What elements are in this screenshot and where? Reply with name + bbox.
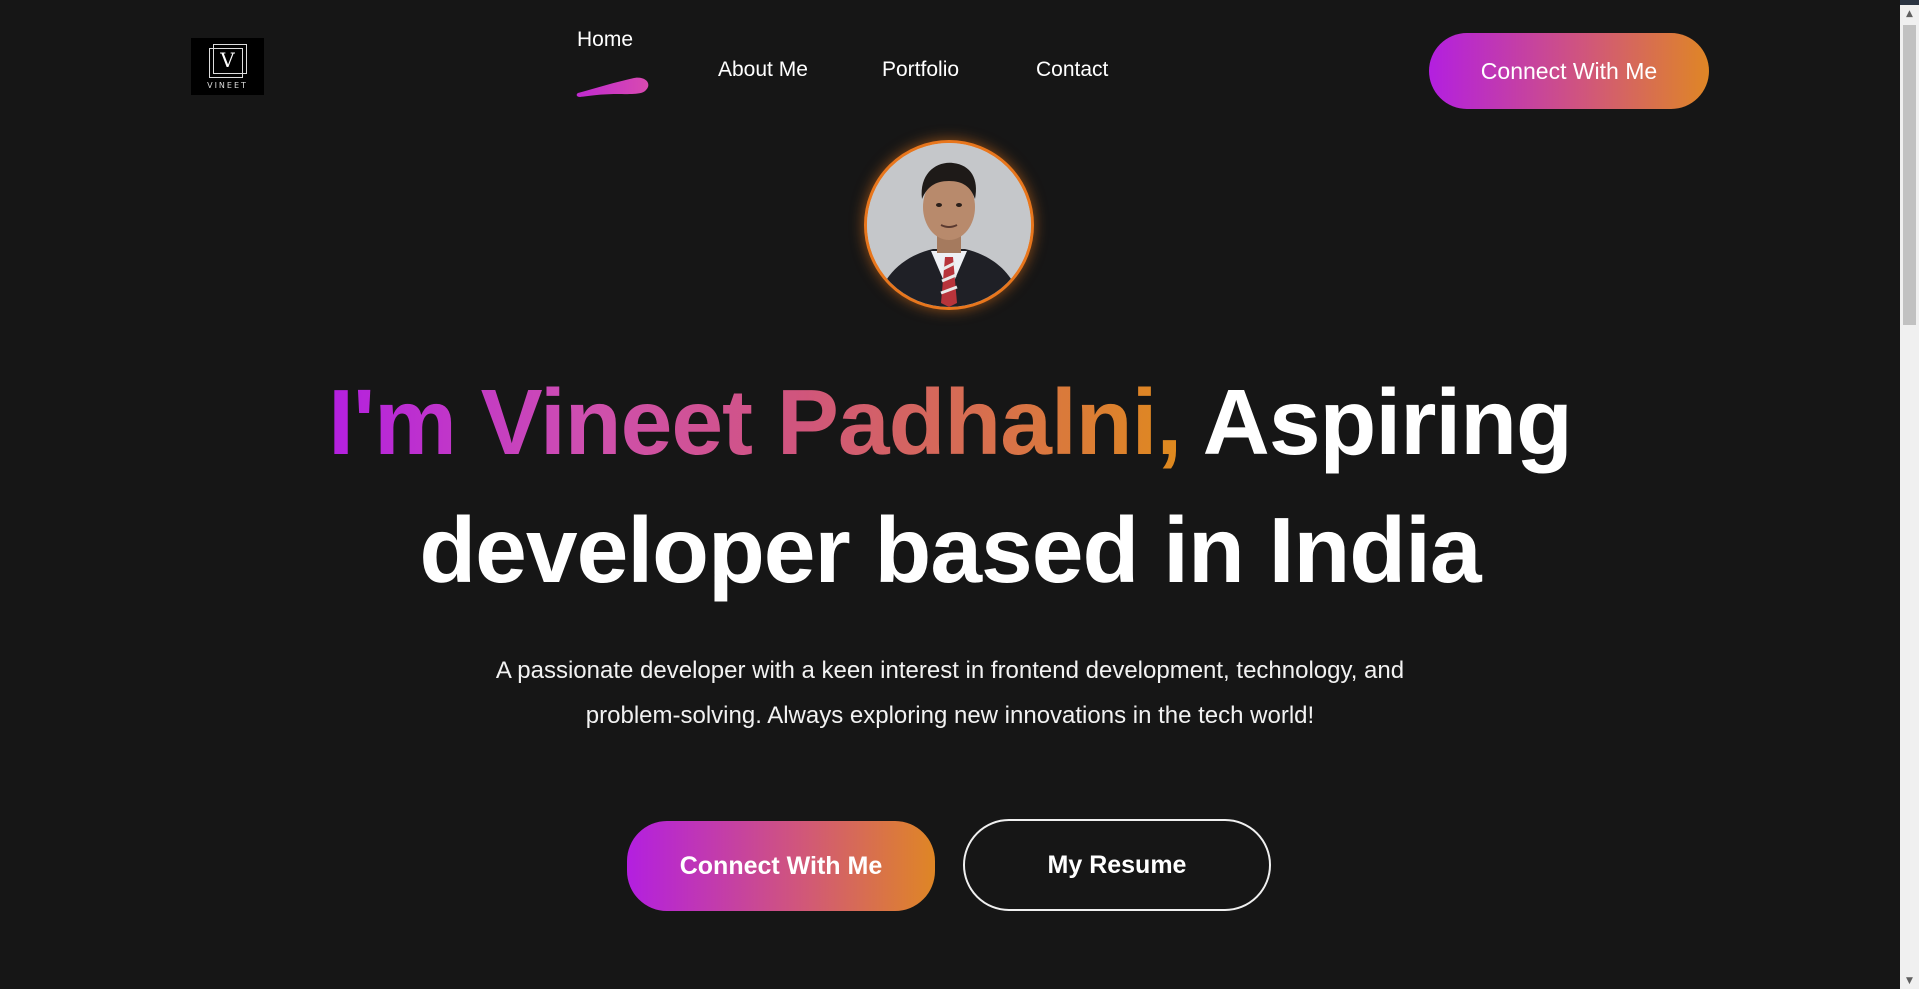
nav-item-about[interactable]: About Me: [718, 58, 808, 82]
nav-item-contact[interactable]: Contact: [1036, 58, 1108, 82]
vertical-scrollbar[interactable]: ▲ ▼: [1900, 5, 1919, 989]
site-logo[interactable]: V VINEET: [191, 38, 264, 95]
logo-letter: V: [220, 48, 235, 72]
headline-rest: Aspiring: [1202, 370, 1573, 474]
hero-headline: I'm Vineet Padhalni, Aspiring developer …: [0, 358, 1900, 614]
logo-name: VINEET: [207, 81, 248, 90]
connect-with-me-button[interactable]: Connect With Me: [627, 821, 935, 911]
nav-item-home[interactable]: Home: [577, 28, 633, 52]
headline-highlight: I'm Vineet Padhalni,: [328, 370, 1182, 474]
header-connect-button[interactable]: Connect With Me: [1429, 33, 1709, 109]
scroll-down-arrow-icon[interactable]: ▼: [1900, 972, 1919, 989]
headline-line2: developer based in India: [419, 498, 1481, 602]
nav-item-portfolio[interactable]: Portfolio: [882, 58, 959, 82]
profile-photo-icon: [867, 143, 1031, 307]
hero-description: A passionate developer with a keen inter…: [495, 657, 1405, 729]
scrollbar-thumb[interactable]: [1903, 25, 1916, 325]
scroll-up-arrow-icon[interactable]: ▲: [1900, 5, 1919, 22]
my-resume-button[interactable]: My Resume: [963, 819, 1271, 911]
active-nav-indicator-icon: [576, 77, 649, 97]
avatar: [864, 140, 1034, 310]
page: V VINEET Home About Me Portfolio Contact…: [0, 0, 1900, 984]
